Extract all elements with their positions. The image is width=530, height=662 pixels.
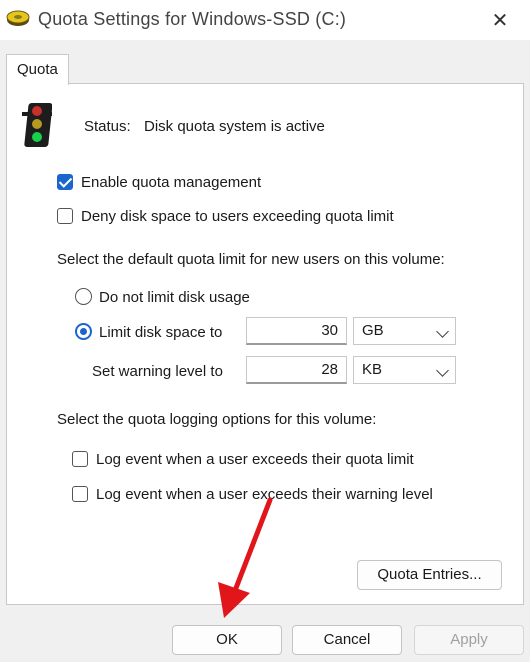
enable-quota-checkbox[interactable]: [57, 174, 73, 190]
default-limit-heading: Select the default quota limit for new u…: [57, 251, 445, 268]
disk-drive-icon: [6, 10, 30, 26]
warning-level-label: Set warning level to: [92, 363, 223, 380]
close-icon[interactable]: ✕: [488, 8, 512, 33]
deny-disk-space-checkbox[interactable]: [57, 208, 73, 224]
chevron-down-icon: [436, 325, 449, 338]
title-bar: Quota Settings for Windows-SSD (C:) ✕: [0, 0, 530, 40]
warning-unit-value: KB: [362, 361, 383, 378]
warning-unit-select[interactable]: KB: [353, 356, 456, 384]
enable-quota-label[interactable]: Enable quota management: [81, 174, 261, 191]
status-value: Disk quota system is active: [144, 118, 325, 135]
window-title: Quota Settings for Windows-SSD (C:): [38, 9, 347, 29]
apply-button[interactable]: Apply: [414, 625, 524, 655]
no-limit-label[interactable]: Do not limit disk usage: [99, 289, 250, 306]
chevron-down-icon: [436, 364, 449, 377]
log-warning-level-checkbox[interactable]: [72, 486, 88, 502]
status-label: Status:: [84, 118, 131, 135]
traffic-light-icon: [22, 103, 52, 147]
log-quota-limit-label[interactable]: Log event when a user exceeds their quot…: [96, 451, 414, 468]
quota-entries-button[interactable]: Quota Entries...: [357, 560, 502, 590]
limit-disk-space-label[interactable]: Limit disk space to: [99, 324, 222, 341]
limit-unit-select[interactable]: GB: [353, 317, 456, 345]
ok-button[interactable]: OK: [172, 625, 282, 655]
limit-unit-value: GB: [362, 322, 384, 339]
tab-quota[interactable]: Quota: [6, 54, 69, 85]
logging-heading: Select the quota logging options for thi…: [57, 411, 377, 428]
limit-disk-space-radio[interactable]: [75, 323, 92, 340]
limit-value-input[interactable]: 30: [246, 317, 347, 345]
deny-disk-space-label[interactable]: Deny disk space to users exceeding quota…: [81, 208, 394, 225]
no-limit-radio[interactable]: [75, 288, 92, 305]
cancel-button[interactable]: Cancel: [292, 625, 402, 655]
log-warning-level-label[interactable]: Log event when a user exceeds their warn…: [96, 486, 433, 503]
log-quota-limit-checkbox[interactable]: [72, 451, 88, 467]
warning-value-input[interactable]: 28: [246, 356, 347, 384]
